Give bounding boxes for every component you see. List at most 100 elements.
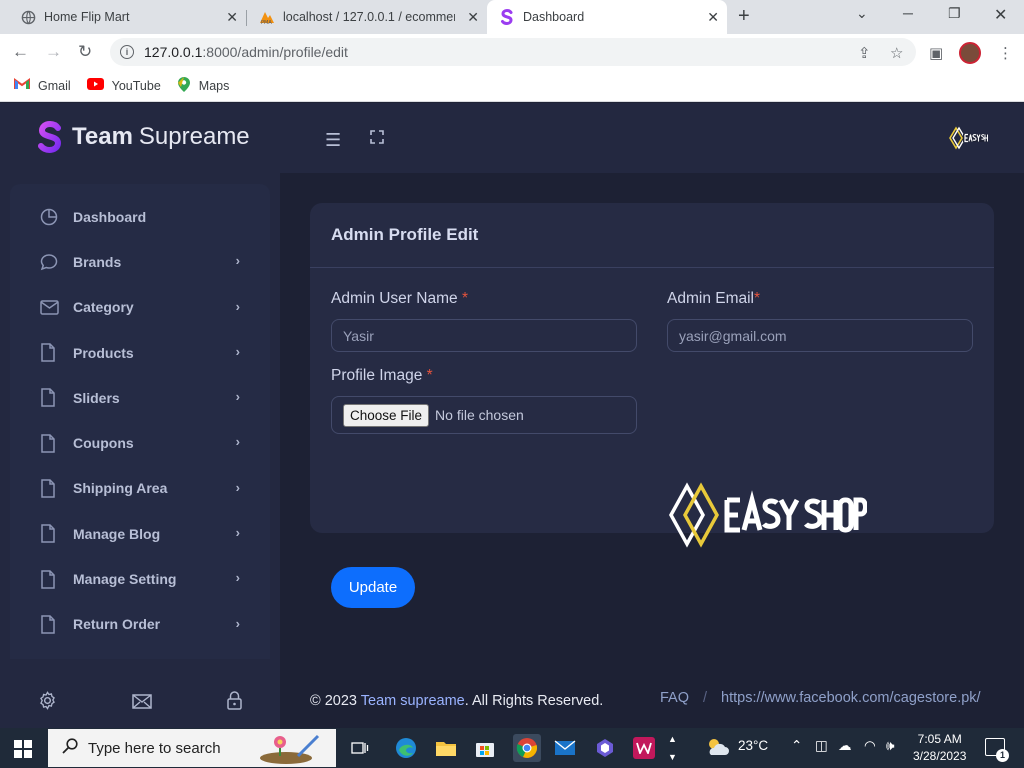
sidebar-item-brands[interactable]: Brands › (10, 239, 270, 284)
windows-taskbar: Type here to search ▲ ▼ 23°C ⌃ ◫ ☁ ◠ 🕪 7:… (0, 728, 1024, 768)
pie-chart-icon (40, 208, 60, 226)
close-tab-icon[interactable]: ✕ (707, 9, 719, 26)
minimize-icon[interactable]: ─ (903, 5, 913, 21)
wamp-icon[interactable] (633, 737, 655, 759)
file-icon (40, 388, 60, 408)
close-tab-icon[interactable]: ✕ (226, 9, 238, 26)
sidebar-item-category[interactable]: Category › (10, 285, 270, 330)
tray-expand-icon[interactable]: ⌃ (791, 738, 802, 754)
sidebar-item-shipping-area[interactable]: Shipping Area › (10, 466, 270, 511)
sidebar-item-products[interactable]: Products › (10, 330, 270, 375)
brand-name-bold: Team (72, 123, 133, 150)
sidebar-item-label: Dashboard (73, 208, 147, 225)
task-view-icon[interactable] (348, 736, 372, 760)
tab-home-flip-mart[interactable]: Home Flip Mart ✕ (0, 0, 246, 34)
bookmark-maps[interactable]: Maps (177, 76, 229, 95)
windows-start-icon[interactable] (14, 740, 32, 758)
bookmark-label: YouTube (111, 78, 161, 93)
back-icon[interactable]: ← (12, 42, 29, 62)
brand[interactable]: Team Supreame (36, 121, 250, 153)
menu-toggle-icon[interactable]: ☰ (325, 130, 341, 151)
profile-avatar[interactable] (959, 42, 981, 64)
taskbar-search[interactable]: Type here to search (48, 729, 336, 767)
sidebar-item-dashboard[interactable]: Dashboard (10, 194, 270, 239)
site-info-icon[interactable]: i (120, 45, 134, 59)
volume-icon[interactable]: 🕪 (886, 738, 895, 754)
onedrive-icon[interactable]: ☁ (838, 738, 852, 754)
edge-icon[interactable] (394, 736, 418, 760)
file-icon (40, 433, 60, 453)
profile-edit-card: Admin Profile Edit Admin User Name * Yas… (310, 203, 994, 608)
clock-date: 3/28/2023 (913, 749, 967, 763)
input-value: Yasir (343, 327, 374, 344)
settings-gear-icon[interactable] (38, 691, 57, 715)
app-icon[interactable] (593, 736, 617, 760)
sidebar-footer (0, 683, 280, 723)
taskbar-overflow-arrows[interactable]: ▲ ▼ (668, 730, 677, 766)
copyright: © 2023 Team supreame. All Rights Reserve… (310, 693, 603, 709)
wifi-icon[interactable]: ◠ (864, 738, 876, 754)
weather-icon (705, 735, 731, 764)
reload-icon[interactable]: ↻ (78, 42, 92, 62)
label-text: Admin User Name (331, 290, 458, 307)
meet-now-icon[interactable]: ◫ (815, 738, 828, 754)
mail-icon[interactable] (132, 693, 152, 714)
bookmark-youtube[interactable]: YouTube (86, 78, 161, 93)
brand-s-icon (499, 9, 515, 25)
bookmark-star-icon[interactable]: ☆ (890, 44, 903, 62)
fullscreen-icon[interactable] (370, 130, 384, 144)
chevron-right-icon: › (235, 253, 240, 269)
tab-phpmyadmin[interactable]: PMA localhost / 127.0.0.1 / ecommerc ✕ (247, 0, 487, 34)
system-clock[interactable]: 7:05 AM 3/28/2023 (913, 731, 966, 765)
admin-email-input[interactable]: yasir@gmail.com (667, 319, 973, 352)
new-tab-icon[interactable]: + (738, 5, 750, 28)
close-window-icon[interactable]: ✕ (994, 5, 1007, 25)
clock-time: 7:05 AM (917, 732, 962, 746)
brand-logo-icon (38, 121, 62, 153)
tab-dashboard[interactable]: Dashboard ✕ (487, 0, 727, 34)
address-bar[interactable]: i 127.0.0.1:8000/admin/profile/edit (110, 38, 916, 66)
lock-icon[interactable] (227, 691, 243, 715)
footer-separator: / (703, 690, 708, 706)
sidebar-item-return-order[interactable]: Return Order › (10, 602, 270, 647)
close-tab-icon[interactable]: ✕ (467, 9, 479, 26)
share-icon[interactable]: ⇪ (858, 44, 871, 62)
required-mark: * (426, 367, 433, 384)
copyright-link[interactable]: Team supreame (361, 693, 465, 709)
required-mark: * (461, 290, 468, 307)
tab-title: Home Flip Mart (44, 10, 130, 24)
sidebar-item-sliders[interactable]: Sliders › (10, 375, 270, 420)
update-button[interactable]: Update (331, 567, 415, 608)
brand-name-light: Supreame (138, 123, 250, 150)
sidebar-item-label: Products (73, 344, 134, 361)
forward-icon[interactable]: → (45, 42, 62, 62)
more-menu-icon[interactable]: ⋮ (998, 44, 1013, 62)
admin-app: Team Supreame Dashboard Brands › Categor… (0, 103, 1024, 728)
file-explorer-icon[interactable] (434, 736, 458, 760)
sidebar: Team Supreame Dashboard Brands › Categor… (0, 103, 280, 728)
sidebar-item-manage-setting[interactable]: Manage Setting › (10, 556, 270, 601)
sidebar-item-manage-blog[interactable]: Manage Blog › (10, 511, 270, 556)
bookmark-gmail[interactable]: Gmail (14, 78, 71, 93)
temperature[interactable]: 23°C (738, 738, 768, 753)
gmail-icon (14, 78, 30, 93)
choose-file-button[interactable]: Choose File (343, 403, 430, 427)
restore-icon[interactable]: ❐ (948, 5, 961, 22)
side-panel-icon[interactable]: ▣ (929, 44, 943, 62)
svg-text:PMA: PMA (261, 20, 272, 25)
sidebar-item-label: Sliders (73, 389, 120, 406)
tab-search-chevron-icon[interactable]: ⌄ (856, 5, 868, 22)
microsoft-store-icon[interactable] (473, 736, 497, 760)
search-highlight-image (258, 732, 328, 764)
facebook-link[interactable]: https://www.facebook.com/cagestore.pk/ (721, 690, 981, 706)
profile-image-file-input[interactable]: Choose File No file chosen (331, 396, 637, 434)
sidebar-item-coupons[interactable]: Coupons › (10, 420, 270, 465)
chevron-right-icon: › (235, 479, 240, 495)
chrome-icon[interactable] (513, 734, 541, 762)
admin-name-input[interactable]: Yasir (331, 319, 637, 352)
sidebar-item-label: Brands (73, 253, 122, 270)
faq-link[interactable]: FAQ (660, 690, 689, 706)
bookmark-label: Gmail (38, 78, 71, 93)
file-status: No file chosen (435, 407, 524, 423)
mail-app-icon[interactable] (553, 736, 577, 760)
